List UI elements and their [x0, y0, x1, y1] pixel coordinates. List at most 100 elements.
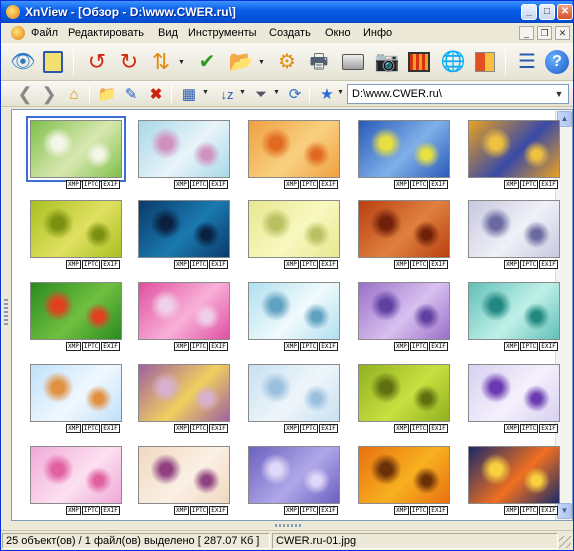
- mdi-restore-button[interactable]: ❐: [537, 26, 552, 40]
- close-button[interactable]: ✕: [557, 4, 573, 20]
- resize-grip[interactable]: [559, 536, 571, 548]
- thumbnail-image[interactable]: [30, 282, 122, 340]
- new-folder-icon[interactable]: 📁: [97, 84, 117, 104]
- menu-edit[interactable]: Редактировать: [68, 27, 144, 39]
- mdi-minimize-button[interactable]: _: [519, 26, 534, 40]
- left-panel-splitter[interactable]: [1, 109, 11, 521]
- scroll-down-button[interactable]: ▼: [557, 503, 572, 519]
- thumbnail-image[interactable]: [248, 282, 340, 340]
- thumbnail-image[interactable]: [468, 364, 560, 422]
- thumbnail-image[interactable]: [468, 282, 560, 340]
- maximize-button[interactable]: □: [539, 4, 555, 20]
- export-dropdown-arrow[interactable]: ▼: [258, 59, 265, 66]
- metadata-tags: XMP IPTC EXIF: [504, 424, 558, 433]
- metadata-tag-xmp: XMP: [504, 424, 519, 433]
- settings-icon[interactable]: ☰: [513, 48, 541, 76]
- thumbnail-image[interactable]: [138, 282, 230, 340]
- thumbnail-image[interactable]: [468, 446, 560, 504]
- metadata-tag-xmp: XMP: [66, 342, 81, 351]
- filter-dropdown-arrow[interactable]: ▼: [273, 89, 280, 96]
- metadata-tag-xmp: XMP: [174, 506, 189, 515]
- thumbnail-image[interactable]: [138, 200, 230, 258]
- thumbnail-image[interactable]: [248, 200, 340, 258]
- filmstrip-icon[interactable]: [405, 48, 433, 76]
- metadata-tags: XMP IPTC EXIF: [174, 180, 228, 189]
- thumbnail-image[interactable]: [30, 200, 122, 258]
- metadata-tag-exif: EXIF: [209, 506, 228, 515]
- minimize-button[interactable]: _: [521, 4, 537, 20]
- metadata-tags: XMP IPTC EXIF: [174, 342, 228, 351]
- fullscreen-icon[interactable]: [39, 48, 67, 76]
- menu-file[interactable]: Файл: [31, 27, 58, 39]
- filter-icon[interactable]: ⏷: [251, 84, 271, 104]
- sort-icon[interactable]: ↓z: [217, 84, 237, 104]
- scan-icon[interactable]: [339, 48, 367, 76]
- menu-create[interactable]: Создать: [269, 27, 311, 39]
- thumbnail-image[interactable]: [138, 446, 230, 504]
- thumbnail-image[interactable]: [468, 200, 560, 258]
- zoom-icon[interactable]: ⚙: [273, 48, 301, 76]
- menu-window[interactable]: Окно: [325, 27, 351, 39]
- metadata-tag-iptc: IPTC: [189, 342, 209, 351]
- thumbnail-image[interactable]: [468, 120, 560, 178]
- thumbnail-image[interactable]: [248, 364, 340, 422]
- title-bar[interactable]: XnView - [Обзор - D:\www.CWER.ru\] _ □ ✕: [1, 1, 573, 23]
- thumbnail-image[interactable]: [358, 120, 450, 178]
- thumbnail-image[interactable]: [358, 446, 450, 504]
- thumbnail-image[interactable]: [26, 116, 126, 182]
- metadata-tag-iptc: IPTC: [189, 180, 209, 189]
- metadata-tag-iptc: IPTC: [81, 506, 101, 515]
- rotate-left-icon[interactable]: ↺: [83, 48, 111, 76]
- view-mode-dropdown-arrow[interactable]: ▼: [202, 89, 209, 96]
- export-icon[interactable]: 📂: [227, 48, 255, 76]
- back-icon[interactable]: ❮: [15, 84, 35, 104]
- thumbnail-image[interactable]: [358, 200, 450, 258]
- document-icon[interactable]: [11, 26, 25, 40]
- splitter-grip: [275, 524, 301, 527]
- metadata-tag-iptc: IPTC: [299, 180, 319, 189]
- globe-icon[interactable]: 🌐: [439, 48, 467, 76]
- thumbnail-image[interactable]: [358, 282, 450, 340]
- flip-dropdown-arrow[interactable]: ▼: [178, 59, 185, 66]
- camera-icon[interactable]: 📷: [373, 48, 401, 76]
- bottom-panel-splitter[interactable]: [1, 521, 573, 530]
- app-window: XnView - [Обзор - D:\www.CWER.ru\] _ □ ✕…: [0, 0, 574, 551]
- rename-icon[interactable]: ✎: [121, 84, 141, 104]
- help-icon[interactable]: ?: [543, 48, 571, 76]
- up-folder-icon[interactable]: ⌂: [64, 84, 84, 104]
- address-bar[interactable]: D:\www.CWER.ru\ ▼: [347, 84, 569, 104]
- menu-tools[interactable]: Инструменты: [188, 27, 257, 39]
- toolbar-separator: [309, 85, 310, 103]
- window-title: XnView - [Обзор - D:\www.CWER.ru\]: [25, 5, 236, 19]
- delete-icon[interactable]: ✖: [146, 84, 166, 104]
- address-dropdown-arrow[interactable]: ▼: [552, 86, 566, 102]
- mdi-close-button[interactable]: ✕: [555, 26, 570, 40]
- thumbnail-image[interactable]: [30, 446, 122, 504]
- view-mode-icon[interactable]: ▦: [179, 84, 199, 104]
- refresh-icon[interactable]: ⟳: [285, 84, 305, 104]
- flip-icon[interactable]: ⇅: [147, 48, 175, 76]
- thumbnail-image[interactable]: [30, 364, 122, 422]
- menu-info[interactable]: Инфо: [363, 27, 392, 39]
- favorites-icon[interactable]: ★: [317, 84, 337, 104]
- rotate-right-icon[interactable]: ↻: [115, 48, 143, 76]
- thumbnail-image[interactable]: [358, 364, 450, 422]
- toolbar-separator: [89, 85, 90, 103]
- print-icon[interactable]: 🖶: [305, 48, 333, 76]
- layout-icon[interactable]: [471, 48, 499, 76]
- eye-icon[interactable]: 👁: [9, 48, 37, 76]
- metadata-tag-iptc: IPTC: [189, 424, 209, 433]
- menu-view[interactable]: Вид: [158, 27, 178, 39]
- thumbnail-image[interactable]: [248, 446, 340, 504]
- checkmark-icon[interactable]: ✔: [193, 48, 221, 76]
- favorites-dropdown-arrow[interactable]: ▼: [337, 89, 344, 96]
- metadata-tags: XMP IPTC EXIF: [284, 180, 338, 189]
- metadata-tags: XMP IPTC EXIF: [174, 260, 228, 269]
- thumbnail-image[interactable]: [138, 364, 230, 422]
- metadata-tags: XMP IPTC EXIF: [66, 260, 120, 269]
- thumbnail-image[interactable]: [248, 120, 340, 178]
- thumbnail-image[interactable]: [138, 120, 230, 178]
- metadata-tag-xmp: XMP: [174, 342, 189, 351]
- sort-dropdown-arrow[interactable]: ▼: [239, 89, 246, 96]
- forward-icon[interactable]: ❯: [39, 84, 59, 104]
